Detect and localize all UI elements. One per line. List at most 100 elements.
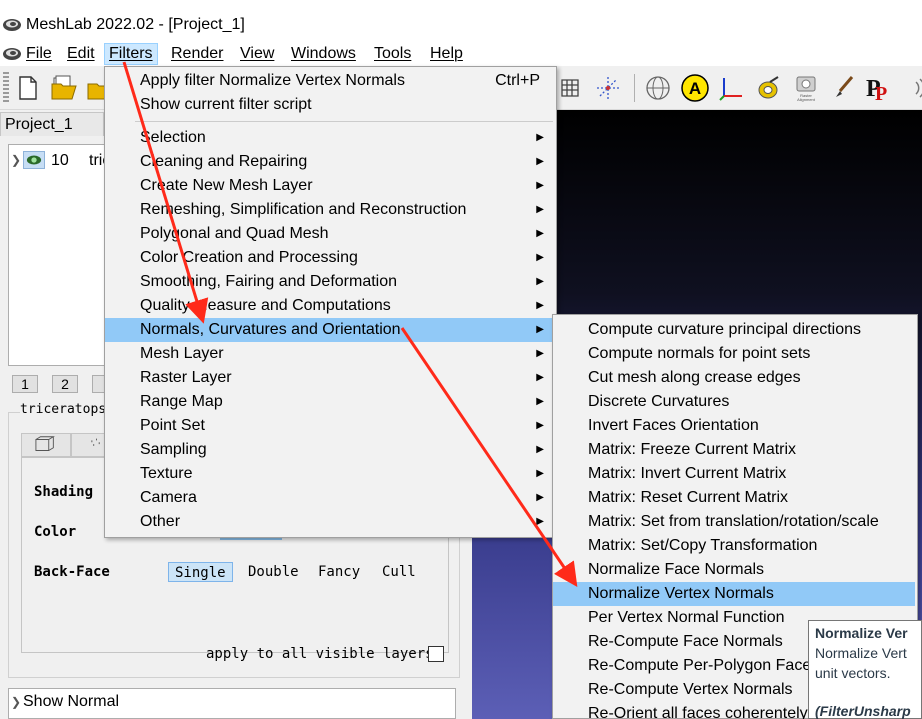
submenu-arrow-icon: ▶ bbox=[536, 444, 544, 455]
new-project-icon[interactable] bbox=[14, 74, 42, 102]
mesh-layer-icon[interactable] bbox=[556, 74, 584, 102]
menu-filters[interactable]: Filters bbox=[104, 43, 158, 65]
paint-brush-icon[interactable] bbox=[830, 74, 858, 102]
submenu-item-matrix-set-copy-transformation[interactable]: Matrix: Set/Copy Transformation bbox=[553, 534, 915, 558]
tooltip-title: Normalize Ver bbox=[815, 625, 908, 641]
submenu-arrow-icon: ▶ bbox=[536, 276, 544, 287]
menu-item-other[interactable]: Other ▶ bbox=[105, 510, 556, 534]
apply-filter-shortcut: Ctrl+P bbox=[495, 72, 540, 89]
cube-icon bbox=[35, 436, 55, 451]
layer-id: 10 bbox=[51, 152, 69, 169]
show-normal-section[interactable]: ❯ Show Normal bbox=[8, 688, 456, 719]
submenu-arrow-icon: ▶ bbox=[536, 420, 544, 431]
submenu-item-normalize-face-normals[interactable]: Normalize Face Normals bbox=[553, 558, 915, 582]
sphere-grid-icon[interactable] bbox=[644, 74, 672, 102]
page-button-1[interactable]: 1 bbox=[12, 375, 38, 393]
submenu-item-compute-curvature-principal-directions[interactable]: Compute curvature principal directions bbox=[553, 318, 915, 342]
submenu-arrow-icon: ▶ bbox=[536, 228, 544, 239]
tooltip-line: unit vectors. bbox=[815, 665, 891, 681]
menu-item-camera[interactable]: Camera ▶ bbox=[105, 486, 556, 510]
title-bar: MeshLab 2022.02 - [Project_1] bbox=[0, 0, 922, 40]
submenu-arrow-icon: ▶ bbox=[536, 156, 544, 167]
apply-all-checkbox[interactable] bbox=[428, 646, 444, 662]
submenu-arrow-icon: ▶ bbox=[536, 252, 544, 263]
open-project-icon[interactable] bbox=[50, 74, 78, 102]
menu-item-color-creation-and-processing[interactable]: Color Creation and Processing ▶ bbox=[105, 246, 556, 270]
menu-view[interactable]: View bbox=[236, 43, 278, 65]
toolbar-separator bbox=[634, 74, 635, 102]
chevron-right-icon: ❯ bbox=[11, 695, 22, 709]
raster-alignment-icon[interactable]: Raster Alignment bbox=[792, 74, 820, 102]
toolbar-grip[interactable] bbox=[3, 72, 9, 104]
menu-item-normals-curvatures-and-orientation[interactable]: Normals, Curvatures and Orientation ▶ bbox=[105, 318, 556, 342]
menu-item-texture[interactable]: Texture ▶ bbox=[105, 462, 556, 486]
extra-icon[interactable] bbox=[900, 74, 922, 102]
submenu-arrow-icon: ▶ bbox=[536, 516, 544, 527]
menu-item-sampling[interactable]: Sampling ▶ bbox=[105, 438, 556, 462]
backface-single-option[interactable]: Single bbox=[168, 562, 233, 582]
submenu-arrow-icon: ▶ bbox=[536, 468, 544, 479]
submenu-arrow-icon: ▶ bbox=[536, 324, 544, 335]
eye-icon[interactable] bbox=[23, 151, 45, 169]
color-label: Color bbox=[34, 524, 77, 540]
backface-cull-option[interactable]: Cull bbox=[376, 562, 422, 582]
submenu-arrow-icon: ▶ bbox=[536, 396, 544, 407]
submenu-item-invert-faces-orientation[interactable]: Invert Faces Orientation bbox=[553, 414, 915, 438]
submenu-item-compute-normals-for-point-sets[interactable]: Compute normals for point sets bbox=[553, 342, 915, 366]
menu-separator bbox=[135, 121, 553, 122]
backface-fancy-option[interactable]: Fancy bbox=[312, 562, 366, 582]
menu-file[interactable]: File bbox=[22, 43, 56, 65]
submenu-item-cut-mesh-along-crease-edges[interactable]: Cut mesh along crease edges bbox=[553, 366, 915, 390]
shading-label: Shading bbox=[34, 484, 94, 500]
menu-tools[interactable]: Tools bbox=[370, 43, 415, 65]
filter-tooltip: Normalize Ver Normalize Vert unit vector… bbox=[808, 620, 922, 719]
measure-tape-icon[interactable] bbox=[754, 74, 782, 102]
meshlab-logo-icon[interactable] bbox=[2, 45, 22, 61]
backface-double-option[interactable]: Double bbox=[242, 562, 305, 582]
menu-edit[interactable]: Edit bbox=[63, 43, 99, 65]
layer-list[interactable]: ❯ 10 tric bbox=[8, 144, 110, 366]
menu-render[interactable]: Render bbox=[167, 43, 227, 65]
menu-bar: File Edit Filters Render View Windows To… bbox=[0, 40, 922, 66]
submenu-item-discrete-curvatures[interactable]: Discrete Curvatures bbox=[553, 390, 915, 414]
submenu-arrow-icon: ▶ bbox=[536, 132, 544, 143]
menu-item-point-set[interactable]: Point Set ▶ bbox=[105, 414, 556, 438]
submenu-arrow-icon: ▶ bbox=[536, 348, 544, 359]
tab-render-shading[interactable] bbox=[21, 433, 71, 457]
menu-item-mesh-layer[interactable]: Mesh Layer ▶ bbox=[105, 342, 556, 366]
menu-windows[interactable]: Windows bbox=[287, 43, 360, 65]
menu-item-cleaning-and-repairing[interactable]: Cleaning and Repairing ▶ bbox=[105, 150, 556, 174]
tooltip-line: Normalize Vert bbox=[815, 645, 907, 661]
submenu-item-matrix-reset-current-matrix[interactable]: Matrix: Reset Current Matrix bbox=[553, 486, 915, 510]
submenu-arrow-icon: ▶ bbox=[536, 180, 544, 191]
apply-all-label: apply to all visible layers bbox=[206, 646, 434, 662]
backface-label: Back-Face bbox=[34, 564, 110, 580]
menu-apply-filter[interactable]: Apply filter Normalize Vertex Normals Ct… bbox=[105, 69, 556, 93]
filters-menu: Apply filter Normalize Vertex Normals Ct… bbox=[104, 66, 557, 538]
menu-item-polygonal-and-quad-mesh[interactable]: Polygonal and Quad Mesh ▶ bbox=[105, 222, 556, 246]
submenu-item-matrix-freeze-current-matrix[interactable]: Matrix: Freeze Current Matrix bbox=[553, 438, 915, 462]
menu-item-selection[interactable]: Selection ▶ bbox=[105, 126, 556, 150]
menu-show-filter-script[interactable]: Show current filter script bbox=[105, 93, 556, 117]
menu-item-remeshing-simplification-and-reconstruction[interactable]: Remeshing, Simplification and Reconstruc… bbox=[105, 198, 556, 222]
axes-icon[interactable] bbox=[594, 74, 622, 102]
meshlab-logo-icon bbox=[3, 19, 21, 31]
submenu-item-matrix-set-from-translation-rotation-scale[interactable]: Matrix: Set from translation/rotation/sc… bbox=[553, 510, 915, 534]
plugin-p-icon[interactable]: P P bbox=[864, 74, 892, 102]
submenu-arrow-icon: ▶ bbox=[536, 492, 544, 503]
menu-item-smoothing-fairing-and-deformation[interactable]: Smoothing, Fairing and Deformation ▶ bbox=[105, 270, 556, 294]
tab-project[interactable]: Project_1 bbox=[0, 112, 104, 136]
submenu-item-matrix-invert-current-matrix[interactable]: Matrix: Invert Current Matrix bbox=[553, 462, 915, 486]
page-button-2[interactable]: 2 bbox=[52, 375, 78, 393]
axis-gizmo-icon[interactable] bbox=[718, 74, 746, 102]
submenu-item-normalize-vertex-normals[interactable]: Normalize Vertex Normals bbox=[553, 582, 915, 606]
chevron-right-icon[interactable]: ❯ bbox=[11, 153, 21, 167]
tooltip-footer: (FilterUnsharp bbox=[815, 703, 911, 719]
menu-help[interactable]: Help bbox=[426, 43, 467, 65]
svg-text:A: A bbox=[689, 79, 701, 98]
menu-item-quality-measure-and-computations[interactable]: Quality Measure and Computations ▶ bbox=[105, 294, 556, 318]
menu-item-raster-layer[interactable]: Raster Layer ▶ bbox=[105, 366, 556, 390]
menu-item-range-map[interactable]: Range Map ▶ bbox=[105, 390, 556, 414]
menu-item-create-new-mesh-layer[interactable]: Create New Mesh Layer ▶ bbox=[105, 174, 556, 198]
annotation-a-icon[interactable]: A bbox=[681, 74, 709, 102]
